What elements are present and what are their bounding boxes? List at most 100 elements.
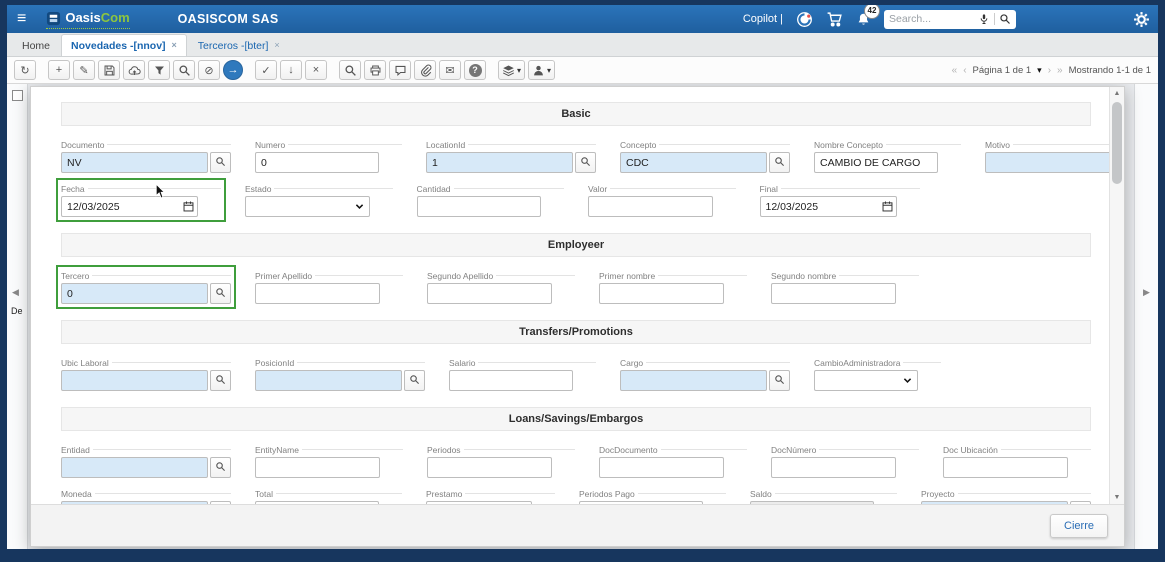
tab-close-icon[interactable]: × <box>274 41 279 50</box>
next-page-icon[interactable]: › <box>1048 65 1051 76</box>
docnumero-input[interactable] <box>771 457 896 478</box>
save-button[interactable] <box>98 60 120 80</box>
attach-button[interactable] <box>414 60 436 80</box>
saldo-input[interactable] <box>750 501 874 504</box>
cargo-input[interactable] <box>620 370 767 391</box>
search-button[interactable] <box>339 60 361 80</box>
lookup-button[interactable] <box>575 152 596 173</box>
field-segundo-nombre: Segundo nombre <box>771 270 919 304</box>
field-label: Periodos <box>427 444 575 455</box>
scroll-up-icon[interactable]: ▲ <box>1110 90 1124 97</box>
nombre-concepto-input[interactable] <box>814 152 938 173</box>
field-label: Numero <box>255 139 402 150</box>
calendar-icon[interactable] <box>182 200 195 213</box>
mic-icon[interactable] <box>978 13 990 25</box>
entityname-input[interactable] <box>255 457 380 478</box>
user-button[interactable]: ▾ <box>528 60 556 80</box>
total-input[interactable] <box>255 501 379 504</box>
periodos-input[interactable] <box>427 457 552 478</box>
cierre-button[interactable]: Cierre <box>1050 513 1108 538</box>
tab-close-icon[interactable]: × <box>172 41 177 50</box>
zoom-button[interactable] <box>173 60 195 80</box>
tab-home[interactable]: Home <box>13 35 59 56</box>
menu-icon[interactable]: ≡ <box>17 11 26 27</box>
moneda-input[interactable] <box>61 501 208 504</box>
final-input[interactable] <box>759 196 897 217</box>
cart-icon[interactable] <box>826 11 843 28</box>
upload-button[interactable] <box>123 60 145 80</box>
cantidad-input[interactable] <box>416 196 541 217</box>
select-all-checkbox[interactable] <box>11 90 23 101</box>
lookup-button[interactable] <box>769 152 790 173</box>
print-button[interactable] <box>364 60 386 80</box>
segundo-apellido-input[interactable] <box>427 283 552 304</box>
field-label-text: Estado <box>245 183 272 194</box>
proyecto-input[interactable] <box>921 501 1068 504</box>
last-page-icon[interactable]: » <box>1057 65 1063 76</box>
gear-icon[interactable] <box>1133 11 1150 28</box>
layers-button[interactable]: ▾ <box>498 60 526 80</box>
collapse-left-icon[interactable]: ◀ <box>12 287 19 298</box>
search-input[interactable] <box>889 13 974 25</box>
posicionid-input[interactable] <box>255 370 402 391</box>
periodos-pago-input[interactable] <box>579 501 703 504</box>
concepto-input[interactable] <box>620 152 767 173</box>
lookup-button[interactable] <box>210 152 231 173</box>
numero-input[interactable] <box>255 152 379 173</box>
lookup-button[interactable] <box>404 370 425 391</box>
confirm-button[interactable]: ✓ <box>255 60 277 80</box>
refresh-button[interactable]: ↻ <box>14 60 36 80</box>
ubic-laboral-input[interactable] <box>61 370 208 391</box>
filter-button[interactable] <box>148 60 170 80</box>
section-header-basic: Basic <box>61 102 1091 126</box>
help-button[interactable]: ? <box>464 60 486 80</box>
tercero-input[interactable] <box>61 283 208 304</box>
comment-button[interactable] <box>389 60 411 80</box>
prestamo-select[interactable] <box>426 501 532 504</box>
lookup-button[interactable] <box>769 370 790 391</box>
close-button[interactable]: × <box>305 60 327 80</box>
page-dropdown-icon[interactable]: ▾ <box>1037 65 1042 76</box>
prev-page-icon[interactable]: ‹ <box>963 65 966 76</box>
collapse-right-icon[interactable]: ▶ <box>1143 287 1150 298</box>
copilot-label[interactable]: Copilot | <box>743 13 783 25</box>
segundo-nombre-input[interactable] <box>771 283 896 304</box>
scrollbar-thumb[interactable] <box>1112 102 1122 184</box>
search-icon[interactable] <box>999 13 1011 25</box>
add-button[interactable]: + <box>48 60 70 80</box>
salario-input[interactable] <box>449 370 573 391</box>
scroll-down-icon[interactable]: ▼ <box>1110 494 1124 501</box>
notifications-button[interactable]: 42 <box>856 5 880 27</box>
cambioadministradora-select[interactable] <box>814 370 918 391</box>
doc-ubicacion-input[interactable] <box>943 457 1068 478</box>
mail-button[interactable]: ✉ <box>439 60 461 80</box>
docdocumento-input[interactable] <box>599 457 724 478</box>
calendar-icon[interactable] <box>881 200 894 213</box>
tab-novedades-nnov[interactable]: Novedades -[nnov] × <box>61 34 187 56</box>
estado-select[interactable] <box>245 196 370 217</box>
go-button[interactable]: → <box>223 60 243 80</box>
documento-input[interactable] <box>61 152 208 173</box>
valor-input[interactable] <box>588 196 713 217</box>
lookup-button[interactable] <box>210 501 231 504</box>
lookup-button[interactable] <box>210 370 231 391</box>
input-wrap <box>599 283 724 304</box>
first-page-icon[interactable]: « <box>952 65 958 76</box>
locationid-input[interactable] <box>426 152 573 173</box>
scrollbar[interactable]: ▲ ▼ <box>1109 87 1124 504</box>
copilot-icon[interactable] <box>796 11 813 28</box>
fecha-input[interactable] <box>61 196 198 217</box>
primer-apellido-input[interactable] <box>255 283 380 304</box>
field-label: Cantidad <box>417 183 564 194</box>
lookup-button[interactable] <box>210 457 231 478</box>
label-rule <box>92 449 231 450</box>
cancel-button[interactable]: ⊘ <box>198 60 220 80</box>
motivo-input[interactable] <box>985 152 1109 173</box>
download-button[interactable]: ↓ <box>280 60 302 80</box>
edit-button[interactable]: ✎ <box>73 60 95 80</box>
lookup-button[interactable] <box>1070 501 1091 504</box>
entidad-input[interactable] <box>61 457 208 478</box>
primer-nombre-input[interactable] <box>599 283 724 304</box>
tab-terceros-bter[interactable]: Terceros -[bter] × <box>189 35 289 56</box>
lookup-button[interactable] <box>210 283 231 304</box>
